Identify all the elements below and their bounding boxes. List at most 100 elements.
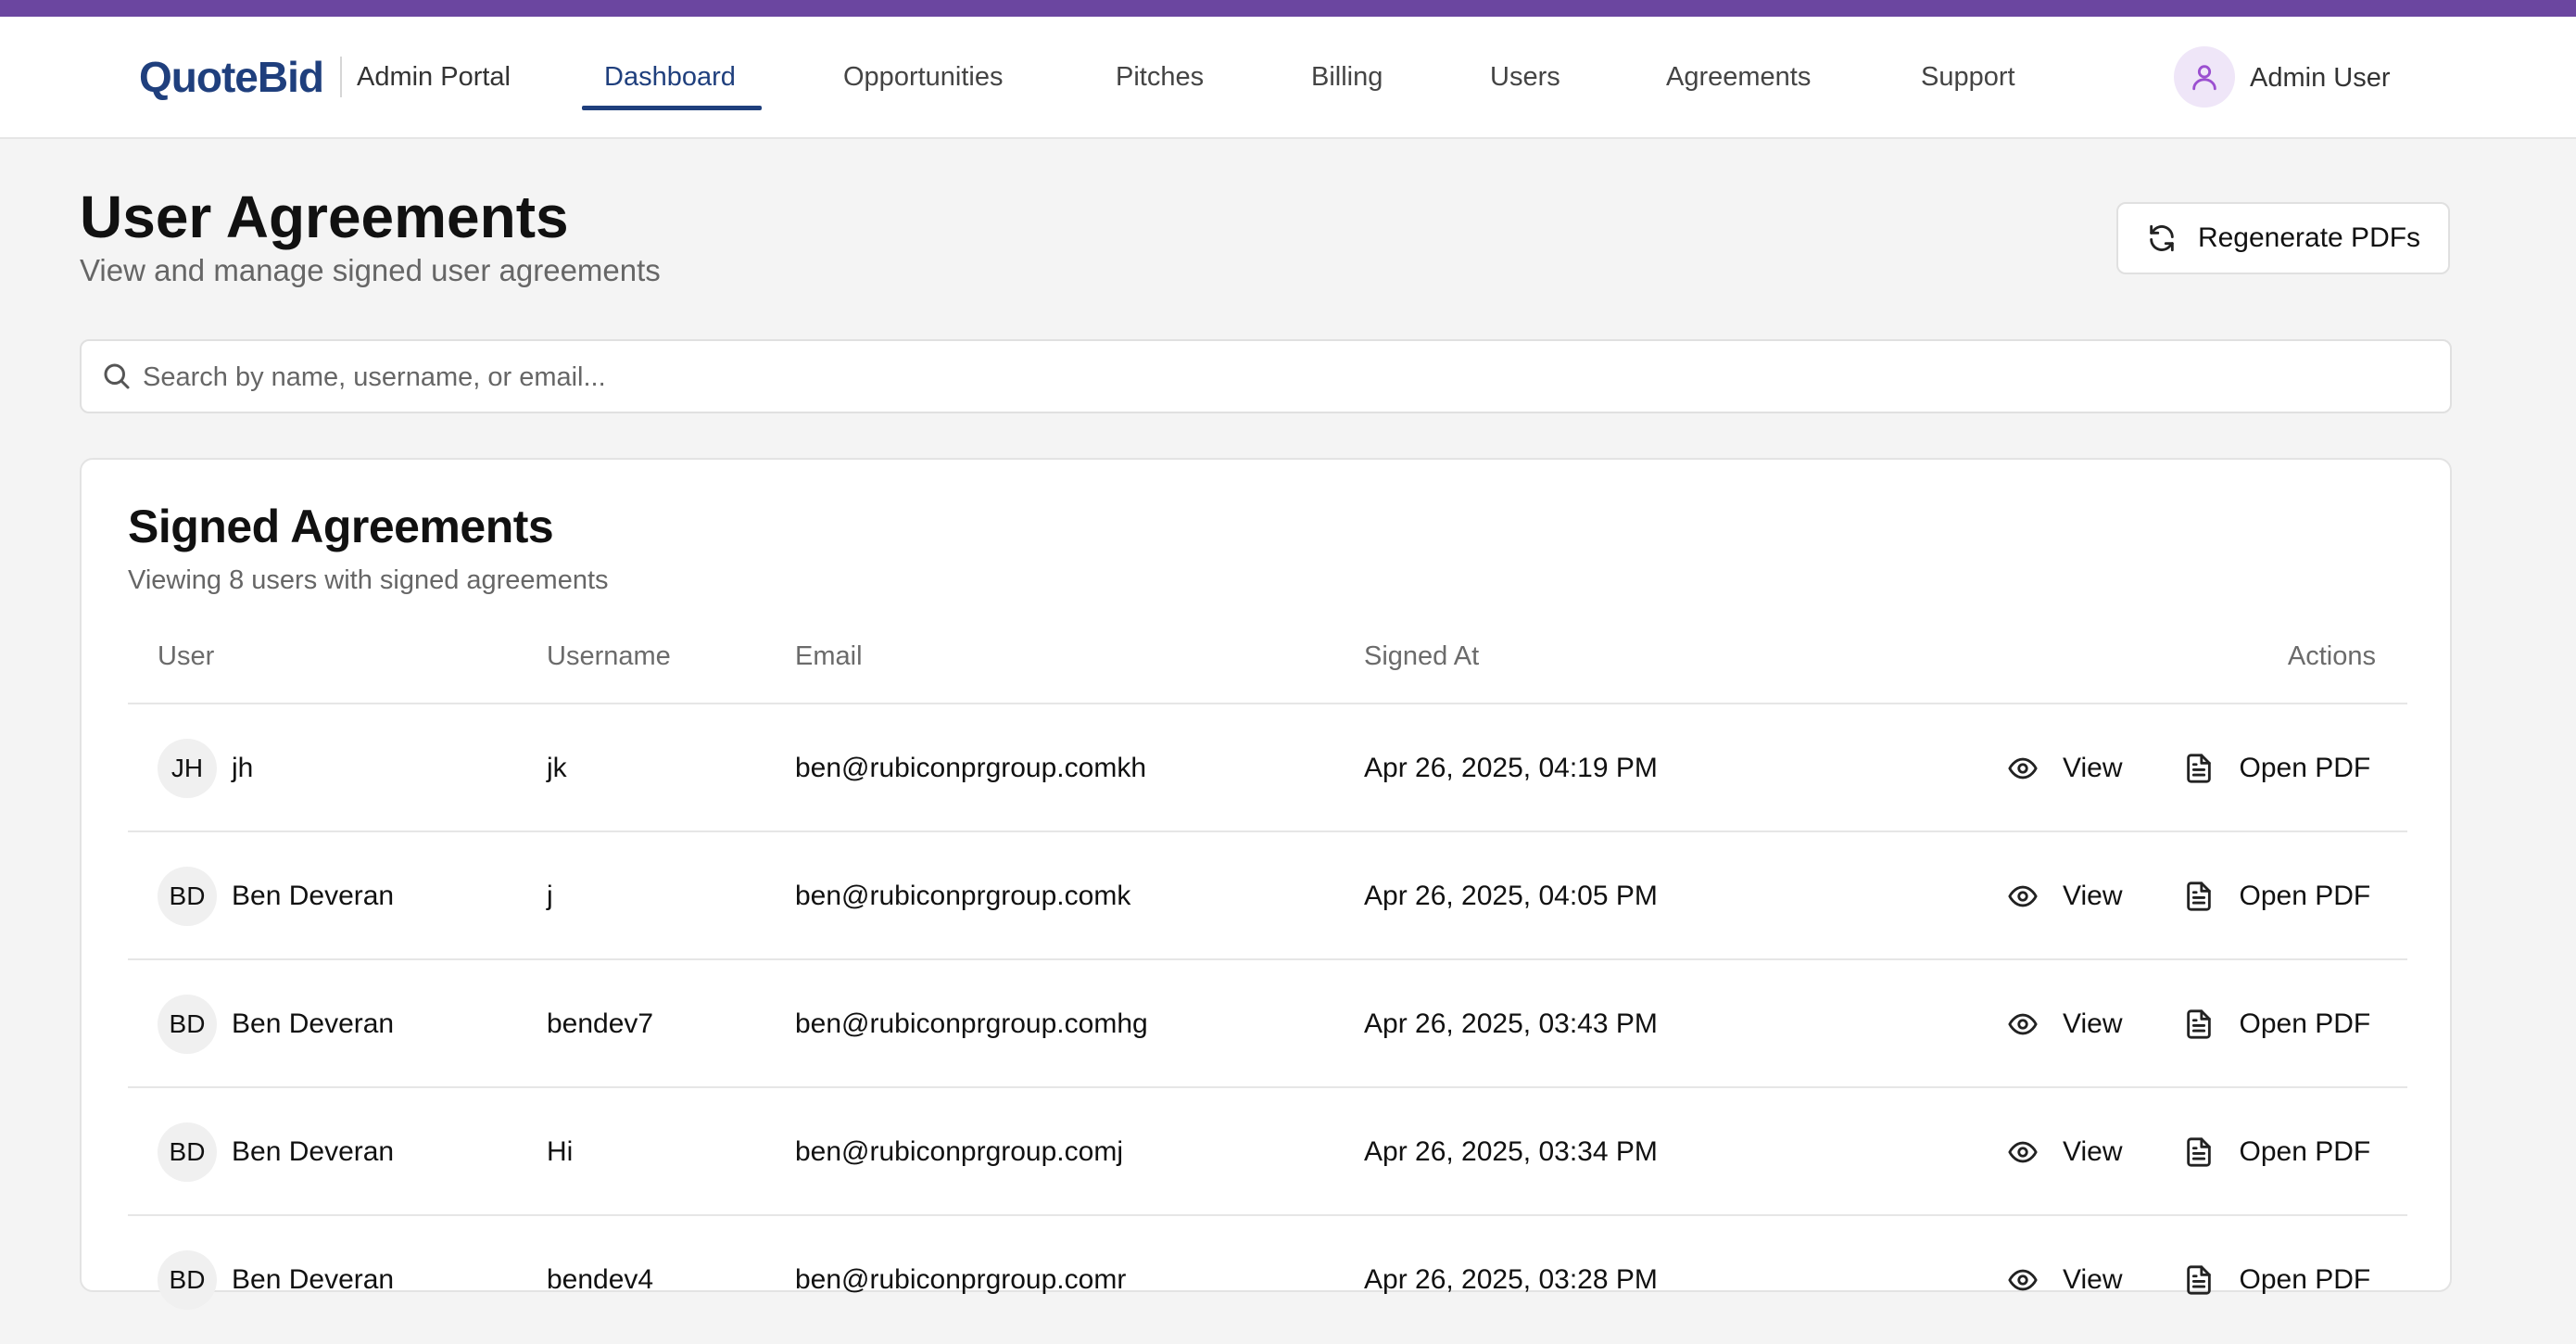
user-name-text: Ben Deveran: [232, 1264, 395, 1295]
signed-at-cell: Apr 26, 2025, 03:28 PM: [1364, 1264, 1658, 1295]
file-icon: [2183, 1264, 2215, 1296]
user-cell: BD Ben Deveran: [158, 832, 394, 960]
file-icon: [2183, 881, 2215, 912]
actions-cell: View Open PDF: [2007, 960, 2370, 1088]
user-cell: JH jh: [158, 704, 253, 832]
username-cell: jk: [547, 753, 567, 783]
search-box[interactable]: [80, 339, 2452, 413]
column-header-email: Email: [795, 641, 863, 671]
username-cell: bendev7: [547, 1008, 654, 1039]
actions-cell: View Open PDF: [2007, 1088, 2370, 1216]
view-label: View: [2063, 1008, 2123, 1039]
user-name-text: Ben Deveran: [232, 881, 395, 911]
view-label: View: [2063, 1136, 2123, 1167]
email-cell: ben@rubiconprgroup.comj: [795, 1136, 1123, 1167]
open-pdf-button[interactable]: Open PDF: [2183, 753, 2370, 784]
open-pdf-label: Open PDF: [2239, 1264, 2371, 1295]
username-cell: j: [547, 881, 553, 911]
username-cell: Hi: [547, 1136, 574, 1167]
nav-dashboard[interactable]: Dashboard: [604, 17, 736, 137]
signed-at-cell: Apr 26, 2025, 04:05 PM: [1364, 881, 1658, 911]
nav-opportunities[interactable]: Opportunities: [843, 17, 1004, 137]
view-label: View: [2063, 881, 2123, 911]
open-pdf-button[interactable]: Open PDF: [2183, 1008, 2370, 1040]
user-cell: BD Ben Deveran: [158, 1088, 394, 1216]
view-button[interactable]: View: [2007, 1136, 2122, 1168]
view-button[interactable]: View: [2007, 881, 2122, 912]
user-name-text: jh: [232, 753, 254, 783]
user-name[interactable]: Admin User: [2250, 57, 2391, 98]
nav-billing[interactable]: Billing: [1311, 17, 1383, 137]
table-row: BD Ben Deveran Hi ben@rubiconprgroup.com…: [128, 1086, 2407, 1216]
table-row: BD Ben Deveran j ben@rubiconprgroup.comk…: [128, 830, 2407, 960]
nav-active-indicator: [582, 106, 762, 110]
page-subtitle: View and manage signed user agreements: [80, 253, 661, 287]
user-initials-avatar: BD: [158, 867, 217, 926]
open-pdf-button[interactable]: Open PDF: [2183, 881, 2370, 912]
brand-logo[interactable]: QuoteBid: [139, 52, 324, 102]
card-subtitle: Viewing 8 users with signed agreements: [128, 565, 609, 595]
open-pdf-label: Open PDF: [2239, 753, 2371, 783]
email-cell: ben@rubiconprgroup.comkh: [795, 753, 1146, 783]
brand[interactable]: QuoteBid Admin Portal: [139, 52, 511, 102]
user-cell: BD Ben Deveran: [158, 960, 394, 1088]
table-row: JH jh jk ben@rubiconprgroup.comkh Apr 26…: [128, 703, 2407, 832]
user-initials-avatar: BD: [158, 1250, 217, 1310]
eye-icon: [2007, 1264, 2039, 1296]
page-title: User Agreements: [80, 184, 569, 250]
nav-agreements[interactable]: Agreements: [1666, 17, 1811, 137]
actions-cell: View Open PDF: [2007, 704, 2370, 832]
search-input[interactable]: [141, 350, 2424, 404]
nav-users[interactable]: Users: [1490, 17, 1560, 137]
open-pdf-button[interactable]: Open PDF: [2183, 1136, 2370, 1168]
signed-at-cell: Apr 26, 2025, 04:19 PM: [1364, 753, 1658, 783]
email-cell: ben@rubiconprgroup.comr: [795, 1264, 1127, 1295]
file-icon: [2183, 753, 2215, 784]
user-initials-avatar: BD: [158, 1122, 217, 1182]
view-button[interactable]: View: [2007, 1008, 2122, 1040]
view-button[interactable]: View: [2007, 1264, 2122, 1296]
user-icon: [2189, 61, 2220, 93]
top-accent-bar: [0, 0, 2576, 17]
open-pdf-label: Open PDF: [2239, 1136, 2371, 1167]
file-icon: [2183, 1136, 2215, 1168]
table-row: BD Ben Deveran bendev4 ben@rubiconprgrou…: [128, 1214, 2407, 1344]
regenerate-pdfs-button[interactable]: Regenerate PDFs: [2116, 202, 2450, 274]
file-icon: [2183, 1008, 2215, 1040]
user-avatar[interactable]: [2174, 46, 2235, 108]
user-name-text: Ben Deveran: [232, 1136, 395, 1167]
open-pdf-button[interactable]: Open PDF: [2183, 1264, 2370, 1296]
nav-support[interactable]: Support: [1921, 17, 2015, 137]
table-row: BD Ben Deveran bendev7 ben@rubiconprgrou…: [128, 958, 2407, 1088]
user-name-text: Ben Deveran: [232, 1008, 395, 1039]
user-initials-avatar: BD: [158, 995, 217, 1054]
username-cell: bendev4: [547, 1264, 654, 1295]
column-header-actions: Actions: [2287, 641, 2376, 671]
signed-at-cell: Apr 26, 2025, 03:43 PM: [1364, 1008, 1658, 1039]
email-cell: ben@rubiconprgroup.comk: [795, 881, 1131, 911]
refresh-icon: [2146, 222, 2178, 254]
card-title: Signed Agreements: [128, 501, 554, 552]
user-cell: BD Ben Deveran: [158, 1216, 394, 1344]
view-label: View: [2063, 1264, 2123, 1295]
email-cell: ben@rubiconprgroup.comhg: [795, 1008, 1148, 1039]
regenerate-pdfs-label: Regenerate PDFs: [2197, 222, 2421, 253]
column-header-user: User: [158, 641, 215, 671]
eye-icon: [2007, 881, 2039, 912]
brand-divider: [339, 57, 342, 97]
eye-icon: [2007, 1136, 2039, 1168]
eye-icon: [2007, 753, 2039, 784]
nav-pitches[interactable]: Pitches: [1116, 17, 1204, 137]
view-button[interactable]: View: [2007, 753, 2122, 784]
actions-cell: View Open PDF: [2007, 1216, 2370, 1344]
actions-cell: View Open PDF: [2007, 832, 2370, 960]
column-header-username: Username: [547, 641, 671, 671]
open-pdf-label: Open PDF: [2239, 1008, 2371, 1039]
search-icon: [100, 360, 133, 393]
signed-at-cell: Apr 26, 2025, 03:34 PM: [1364, 1136, 1658, 1167]
column-header-signed-at: Signed At: [1364, 641, 1480, 671]
portal-label: Admin Portal: [356, 61, 511, 92]
view-label: View: [2063, 753, 2123, 783]
signed-agreements-card: Signed Agreements Viewing 8 users with s…: [80, 458, 2452, 1310]
open-pdf-label: Open PDF: [2239, 881, 2371, 911]
